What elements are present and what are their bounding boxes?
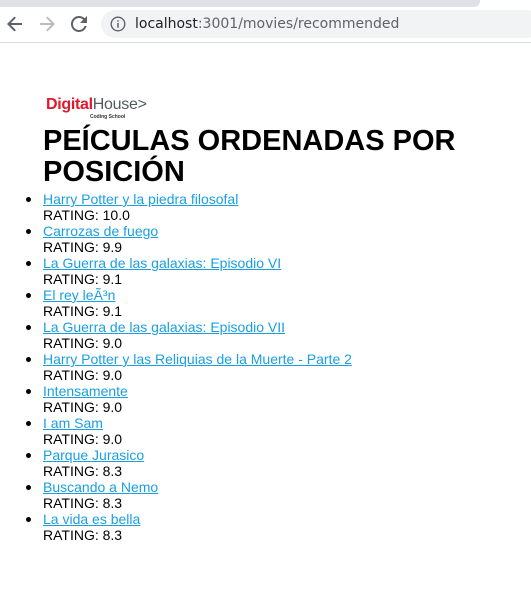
movie-rating: RATING: 9.9 [43, 239, 123, 255]
bullet-icon [26, 357, 31, 362]
movie-title-link[interactable]: Harry Potter y las Reliquias de la Muert… [43, 351, 352, 367]
movie-rating: RATING: 8.3 [43, 527, 123, 543]
logo-house: House [92, 96, 138, 113]
bullet-icon [26, 389, 31, 394]
list-item: Harry Potter y las Reliquias de la Muert… [26, 351, 352, 383]
movie-title-link[interactable]: Parque Jurasico [43, 447, 352, 463]
bullet-icon [26, 485, 31, 490]
url-path: :3001/movies/recommended [197, 16, 400, 32]
logo-chevron: > [137, 96, 147, 113]
arrow-right-icon [40, 16, 55, 32]
movie-rating: RATING: 9.0 [43, 335, 123, 351]
arrow-left-icon [7, 16, 22, 32]
movie-title-link[interactable]: Carrozas de fuego [43, 223, 352, 239]
page-title: PEÍCULAS ORDENADAS POR POSICIÓN [43, 125, 456, 188]
bullet-icon [26, 517, 31, 522]
list-item: Buscando a Nemo RATING: 8.3 [26, 479, 352, 511]
digital-house-logo: DigitalHouse> Coding School [46, 96, 156, 122]
movie-title-link[interactable]: Harry Potter y la piedra filosofal [43, 191, 352, 207]
list-item: La Guerra de las galaxias: Episodio VII R… [26, 319, 352, 351]
list-item: Intensamente RATING: 9.0 [26, 383, 352, 415]
reload-button[interactable] [65, 10, 93, 38]
movie-rating: RATING: 9.1 [43, 303, 123, 319]
list-item: I am Sam RATING: 9.0 [26, 415, 352, 447]
movie-rating: RATING: 9.0 [43, 399, 123, 415]
browser-toolbar: localhost:3001/movies/recommended [0, 8, 531, 43]
reload-icon [71, 16, 87, 32]
url-text[interactable]: localhost:3001/movies/recommended [135, 16, 399, 32]
tab-strip [0, 0, 531, 8]
bullet-icon [26, 293, 31, 298]
page-content: DigitalHouse> Coding School PEÍCULAS ORD… [0, 44, 531, 614]
address-bar[interactable]: localhost:3001/movies/recommended [101, 10, 531, 38]
bullet-icon [26, 261, 31, 266]
bullet-icon [26, 453, 31, 458]
movie-list: Harry Potter y la piedra filosofal RATING… [26, 191, 352, 543]
list-item: La vida es bella RATING: 8.3 [26, 511, 352, 543]
logo-digital: Digital [46, 96, 93, 113]
bullet-icon [26, 325, 31, 330]
movie-title-link[interactable]: La Guerra de las galaxias: Episodio VI [43, 255, 352, 271]
active-tab-edge [0, 0, 480, 7]
bullet-icon [26, 229, 31, 234]
logo-wordmark: DigitalHouse> [46, 96, 147, 114]
movie-rating: RATING: 9.0 [43, 367, 123, 383]
movie-rating: RATING: 10.0 [43, 207, 130, 223]
movie-rating: RATING: 8.3 [43, 495, 123, 511]
back-button[interactable] [1, 10, 29, 38]
movie-title-link[interactable]: Buscando a Nemo [43, 479, 352, 495]
list-item: Parque Jurasico RATING: 8.3 [26, 447, 352, 479]
movie-title-link[interactable]: I am Sam [43, 415, 352, 431]
info-icon[interactable] [110, 16, 126, 32]
movie-rating: RATING: 9.1 [43, 271, 123, 287]
url-host: localhost [135, 16, 198, 32]
list-item: La Guerra de las galaxias: Episodio VI RA… [26, 255, 352, 287]
bullet-icon [26, 197, 31, 202]
list-item: El rey leÃ³n RATING: 9.1 [26, 287, 352, 319]
bullet-icon [26, 421, 31, 426]
movie-title-link[interactable]: El rey leÃ³n [43, 287, 352, 303]
logo-subtitle: Coding School [90, 114, 126, 120]
list-item: Carrozas de fuego RATING: 9.9 [26, 223, 352, 255]
movie-title-link[interactable]: La vida es bella [43, 511, 352, 527]
movie-rating: RATING: 9.0 [43, 431, 123, 447]
movie-title-link[interactable]: La Guerra de las galaxias: Episodio VII [43, 319, 352, 335]
forward-button[interactable] [33, 10, 61, 38]
movie-rating: RATING: 8.3 [43, 463, 123, 479]
movie-title-link[interactable]: Intensamente [43, 383, 352, 399]
list-item: Harry Potter y la piedra filosofal RATING… [26, 191, 352, 223]
